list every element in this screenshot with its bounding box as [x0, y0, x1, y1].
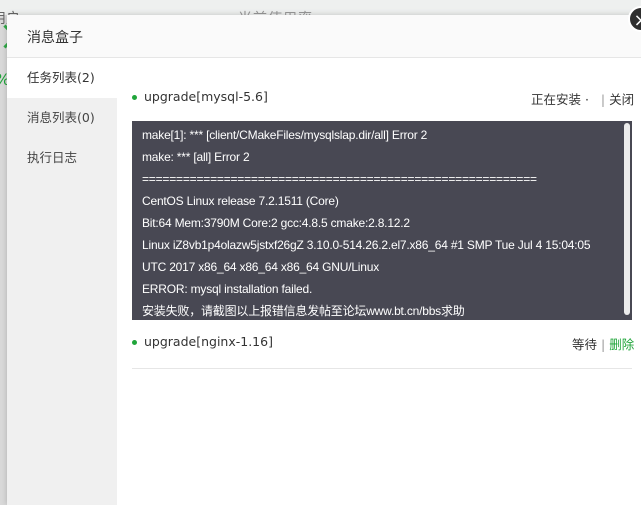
log-scrollbar[interactable]	[624, 123, 630, 315]
task-divider	[132, 368, 632, 369]
sidebar-item-label: 任务列表(2)	[27, 70, 95, 85]
install-log-output[interactable]: make[1]: *** [client/CMakeFiles/mysqlsla…	[132, 121, 632, 320]
log-line: make: *** [all] Error 2	[142, 150, 250, 164]
close-task-button[interactable]: 关闭	[609, 92, 634, 107]
task-status-dot-icon	[132, 95, 137, 100]
task-status-text: 正在安装 ·	[531, 92, 589, 107]
task-status-area: 正在安装 · | 关闭	[531, 89, 634, 108]
dialog-sidebar: 任务列表(2) 消息列表(0) 执行日志	[7, 58, 117, 505]
task-list-panel: upgrade[mysql-5.6] 正在安装 · | 关闭 make[1]: …	[117, 58, 641, 505]
task-separator	[593, 92, 601, 107]
log-line: ========================================…	[142, 172, 537, 186]
log-line: Bit:64 Mem:3790M Core:2 gcc:4.8.5 cmake:…	[142, 216, 410, 230]
log-line: CentOS Linux release 7.2.1511 (Core)	[142, 194, 339, 208]
task-separator-bar: |	[600, 92, 606, 107]
sidebar-item-message-list[interactable]: 消息列表(0)	[7, 98, 117, 138]
task-row-nginx: upgrade[nginx-1.16] 等待 | 删除	[117, 328, 641, 368]
background-header: 用户 当前使用率	[0, 0, 641, 27]
log-line: UTC 2017 x86_64 x86_64 x86_64 GNU/Linux	[142, 260, 380, 274]
task-separator-bar: |	[601, 337, 606, 352]
message-box-dialog: 消息盒子 任务列表(2) 消息列表(0) 执行日志 upgrade[mysql-…	[7, 15, 641, 505]
close-icon: ×	[633, 10, 641, 31]
sidebar-item-label: 执行日志	[27, 150, 78, 165]
sidebar-item-task-list[interactable]: 任务列表(2)	[7, 58, 117, 98]
task-status-text: 等待	[572, 337, 598, 352]
log-line: 安装失败，请截图以上报错信息发帖至论坛www.bt.cn/bbs求助	[142, 304, 465, 318]
delete-task-button[interactable]: 删除	[609, 337, 634, 352]
sidebar-item-execution-log[interactable]: 执行日志	[7, 138, 117, 178]
task-row-mysql: upgrade[mysql-5.6] 正在安装 · | 关闭	[117, 58, 641, 118]
log-line: Linux iZ8vb1p4olazw5jstxf26gZ 3.10.0-514…	[142, 238, 591, 252]
log-line: ERROR: mysql installation failed.	[142, 282, 313, 296]
task-status-area: 等待 | 删除	[572, 334, 634, 353]
log-line: make[1]: *** [client/CMakeFiles/mysqlsla…	[142, 128, 428, 142]
dialog-title: 消息盒子	[27, 30, 83, 46]
task-name: upgrade[mysql-5.6]	[144, 89, 268, 104]
task-status-dot-icon	[132, 340, 137, 345]
task-name: upgrade[nginx-1.16]	[144, 334, 273, 349]
dialog-header: 消息盒子	[7, 15, 641, 58]
sidebar-item-label: 消息列表(0)	[27, 110, 95, 125]
